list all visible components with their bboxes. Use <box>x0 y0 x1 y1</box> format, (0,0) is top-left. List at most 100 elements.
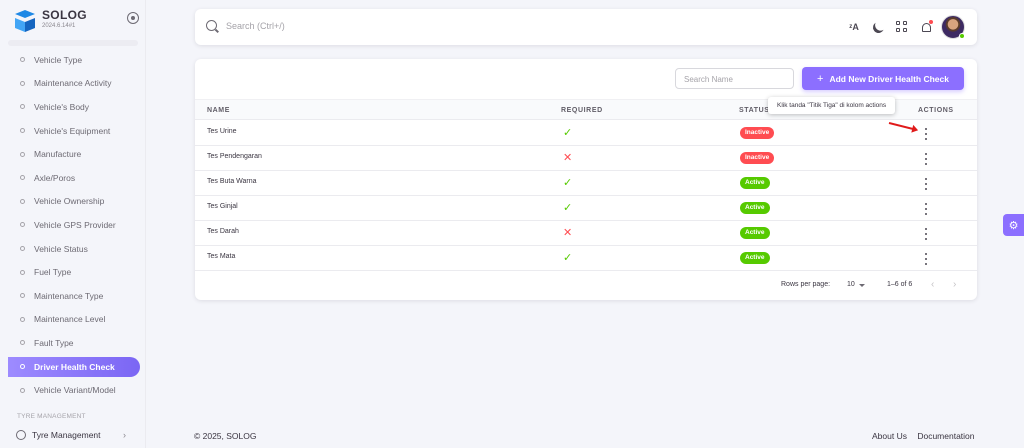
add-driver-health-check-button[interactable]: + Add New Driver Health Check <box>802 67 964 90</box>
copyright: © 2025, SOLOG <box>194 431 257 441</box>
more-vertical-icon[interactable] <box>921 153 931 165</box>
chevron-right-icon[interactable]: › <box>953 279 956 290</box>
cell-name: Tes Pendengaran <box>207 153 262 160</box>
sidebar-item-label: Vehicle Type <box>34 54 83 65</box>
status-badge: Active <box>740 177 770 189</box>
sidebar-item-label: Driver Health Check <box>34 361 115 372</box>
more-vertical-icon[interactable] <box>921 228 931 240</box>
sidebar-item-label: Vehicle Variant/Model <box>34 385 116 396</box>
sidebar-item-label: Vehicle's Body <box>34 101 90 112</box>
gear-icon[interactable]: ⚙ <box>1003 214 1024 236</box>
circle-icon <box>20 80 25 86</box>
nav-group-tyre-management[interactable]: Tyre Management › <box>16 430 132 440</box>
cell-name: Tes Ginjal <box>207 203 238 210</box>
circle-icon <box>20 128 25 134</box>
sidebar-item[interactable]: Vehicle's Equipment <box>8 119 140 143</box>
close-icon: ✕ <box>563 152 573 164</box>
driver-health-check-card: Search Name + Add New Driver Health Chec… <box>195 59 977 300</box>
collapse-sidebar-icon[interactable] <box>127 12 139 24</box>
sidebar-item[interactable]: Vehicle Ownership <box>8 190 140 214</box>
sidebar-item-label: Vehicle Ownership <box>34 196 105 207</box>
sidebar-item[interactable]: Manufacture <box>8 142 140 166</box>
chevron-left-icon[interactable]: ‹ <box>931 279 934 290</box>
sidebar-item[interactable]: Vehicle's Body <box>8 95 140 119</box>
sidebar-item-label: Maintenance Activity <box>34 78 112 89</box>
sidebar-item[interactable]: Driver Health Check <box>8 356 140 377</box>
moon-icon[interactable] <box>871 20 885 34</box>
table-row: Tes Pendengaran ✕ Inactive <box>195 146 977 171</box>
avatar[interactable] <box>941 15 965 39</box>
circle-icon <box>16 430 26 440</box>
app-version: 2024.6.14#1 <box>42 23 76 29</box>
sidebar-item[interactable]: Fault Type <box>8 331 140 355</box>
caret-down-icon[interactable] <box>859 284 865 287</box>
more-vertical-icon[interactable] <box>921 178 931 190</box>
sidebar-item[interactable]: Maintenance Type <box>8 284 140 308</box>
sidebar-item[interactable]: Axle/Poros <box>8 166 140 190</box>
sidebar-nav: Vehicle Type Maintenance Activity Vehicle'… <box>8 48 140 402</box>
column-header-required: REQUIRED <box>561 107 603 114</box>
cell-name: Tes Buta Warna <box>207 178 257 185</box>
sidebar-item-label: Fuel Type <box>34 267 72 278</box>
sidebar-item-label: Maintenance Level <box>34 314 106 325</box>
bell-icon[interactable] <box>919 20 933 34</box>
circle-icon <box>20 57 25 63</box>
more-vertical-icon[interactable] <box>921 203 931 215</box>
circle-icon <box>20 387 25 393</box>
nav-section-title: TYRE MANAGEMENT <box>17 413 86 420</box>
sidebar-item-label: Fault Type <box>34 337 74 348</box>
sidebar-item-label: Vehicle Status <box>34 243 88 254</box>
search-name-input[interactable]: Search Name <box>675 68 794 89</box>
table-row: Tes Urine ✓ Inactive <box>195 121 977 146</box>
circle-icon <box>20 364 25 370</box>
circle-icon <box>20 198 25 204</box>
brand[interactable]: SOLOG 2024.6.14#1 <box>12 8 142 38</box>
chevron-right-icon: › <box>123 430 126 440</box>
table-row: Tes Darah ✕ Active <box>195 221 977 246</box>
topbar: Search (Ctrl+/) ᶻA <box>195 9 977 45</box>
sidebar-item[interactable]: Vehicle Status <box>8 237 140 261</box>
status-badge: Inactive <box>740 152 775 164</box>
documentation-link[interactable]: Documentation <box>917 431 974 441</box>
circle-icon <box>20 316 25 322</box>
cell-name: Tes Urine <box>207 128 237 135</box>
add-button-label: Add New Driver Health Check <box>829 73 949 84</box>
status-badge: Inactive <box>740 127 775 139</box>
table-pagination: Rows per page: 10 1–6 of 6 ‹ › <box>195 271 977 299</box>
rows-per-page-label: Rows per page: <box>781 281 831 288</box>
app-name: SOLOG <box>42 8 87 22</box>
about-us-link[interactable]: About Us <box>872 431 907 441</box>
circle-icon <box>20 246 25 252</box>
circle-icon <box>20 269 25 275</box>
search-icon[interactable] <box>206 20 217 31</box>
circle-icon <box>20 340 25 346</box>
sidebar-item-label: Vehicle GPS Provider <box>34 219 116 230</box>
global-search-input[interactable]: Search (Ctrl+/) <box>226 21 285 31</box>
column-header-status: STATUS <box>739 107 770 114</box>
column-header-name: NAME <box>207 107 231 114</box>
sidebar-item-label: Axle/Poros <box>34 172 76 183</box>
sidebar-item-label: Manufacture <box>34 149 82 160</box>
translate-icon[interactable]: ᶻA <box>847 20 861 34</box>
sidebar-item[interactable]: Fuel Type <box>8 260 140 284</box>
sidebar-item[interactable]: Vehicle Variant/Model <box>8 378 140 402</box>
sidebar-item[interactable]: Maintenance Level <box>8 308 140 332</box>
status-badge: Active <box>740 227 770 239</box>
more-vertical-icon[interactable] <box>921 253 931 265</box>
more-vertical-icon[interactable] <box>921 128 931 140</box>
check-icon: ✓ <box>563 202 573 214</box>
cell-name: Tes Darah <box>207 228 239 235</box>
sidebar-item[interactable]: Vehicle GPS Provider <box>8 213 140 237</box>
table-row: Tes Buta Warna ✓ Active <box>195 171 977 196</box>
check-icon: ✓ <box>563 177 573 189</box>
sidebar-item[interactable]: Vehicle Type <box>8 48 140 72</box>
plus-icon: + <box>817 72 824 85</box>
apps-grid-icon[interactable] <box>895 20 909 34</box>
footer-links: About Us Documentation <box>872 431 983 441</box>
annotation-tooltip: Klik tanda "Titik Tiga" di kolom actions <box>768 97 896 114</box>
status-badge: Active <box>740 202 770 214</box>
nav-scroll-shadow <box>8 40 138 46</box>
rows-per-page-select[interactable]: 10 <box>847 281 855 288</box>
sidebar-item[interactable]: Maintenance Activity <box>8 72 140 96</box>
nav-group-label: Tyre Management <box>32 430 101 440</box>
